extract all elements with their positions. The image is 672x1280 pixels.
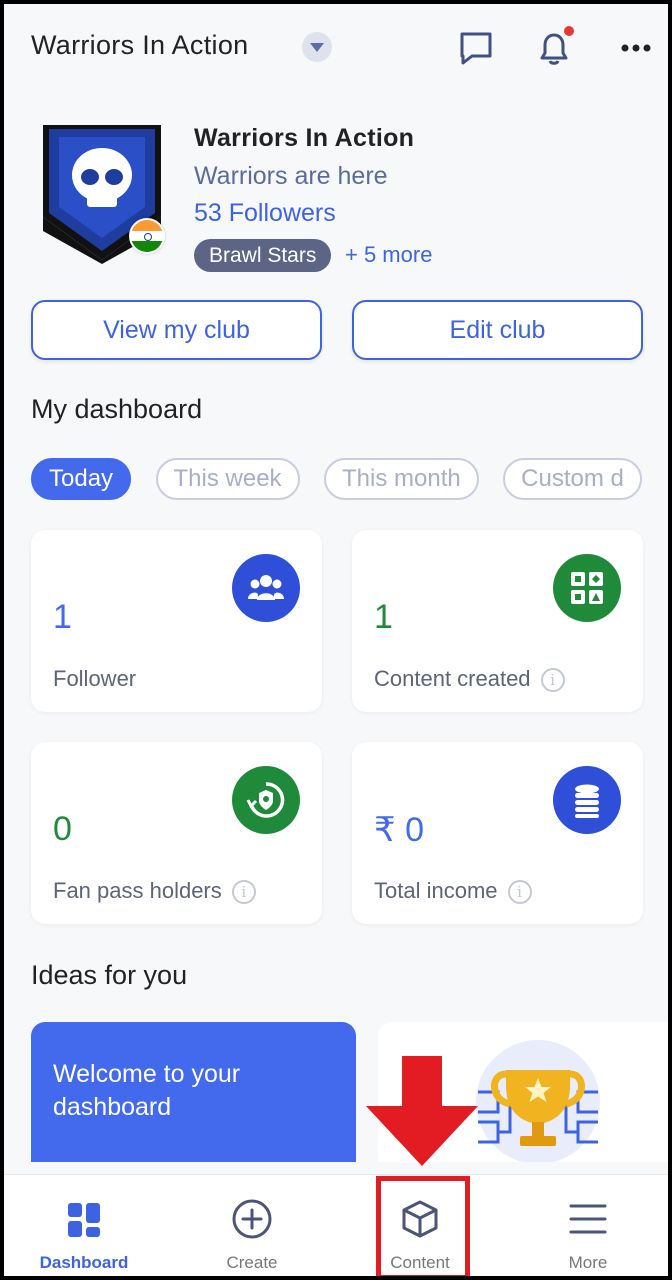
nav-label: Dashboard [39,1253,129,1272]
followers-count[interactable]: 53 Followers [194,199,336,228]
pass-refresh-icon [232,766,300,834]
stat-card-fan-pass[interactable]: 0 Fan pass holders i [31,742,322,924]
view-my-club-button[interactable]: View my club [31,300,322,360]
nav-more[interactable]: More [518,1175,658,1276]
filter-custom[interactable]: Custom d [503,458,642,500]
chat-icon[interactable] [454,26,498,70]
game-chip[interactable]: Brawl Stars [194,239,332,272]
more-dots-icon[interactable] [614,26,658,70]
stat-label: Fan pass holders i [53,878,256,904]
dashboard-icon [68,1203,100,1237]
date-filter-chips: Today This week This month Custom d [31,458,668,500]
more-games-link[interactable]: + 5 more [345,242,432,268]
nav-dashboard[interactable]: Dashboard [14,1175,154,1276]
bottom-nav: Dashboard Create Content More [4,1174,668,1276]
plus-circle-icon [232,1199,272,1239]
stat-label: Total income i [374,878,532,904]
chevron-down-icon[interactable] [302,32,332,62]
nav-create[interactable]: Create [182,1175,322,1276]
coins-icon [553,766,621,834]
filter-this-week[interactable]: This week [155,458,300,500]
stat-value: 0 [53,810,72,848]
annotation-arrow-icon [366,1056,478,1166]
info-icon[interactable]: i [507,880,532,904]
stat-value: 1 [53,598,72,636]
people-icon [232,554,300,622]
club-title[interactable]: Warriors In Action [31,30,248,61]
qr-content-icon [553,554,621,622]
info-icon[interactable]: i [540,668,565,692]
stat-label: Follower [53,666,137,691]
nav-label: More [568,1253,608,1272]
idea-card-text: Welcome to your dashboard [53,1060,241,1121]
notification-dot [564,26,574,36]
stat-label: Content created i [374,666,565,692]
stat-card-total-income[interactable]: ₹ 0 Total income i [352,742,643,924]
ideas-title: Ideas for you [31,960,188,990]
stat-card-content-created[interactable]: 1 Content created i [352,530,643,712]
annotation-highlight-box [376,1176,470,1276]
filter-this-month[interactable]: This month [324,458,479,500]
edit-club-button[interactable]: Edit club [352,300,643,360]
stat-value: 1 [374,598,393,636]
stat-card-followers[interactable]: 1 Follower [31,530,322,712]
profile-tagline: Warriors are here [194,162,388,190]
info-icon[interactable]: i [231,880,256,904]
stat-value: ₹ 0 [374,811,424,849]
nav-label: Create [226,1253,278,1272]
hamburger-icon [569,1204,607,1234]
idea-card-welcome[interactable]: Welcome to your dashboard [31,1022,356,1162]
india-flag-icon [129,218,165,254]
app-frame: Warriors In Action Warriors In Action Wa… [0,0,672,1280]
dashboard-title: My dashboard [31,394,203,424]
top-header: Warriors In Action [4,4,668,96]
profile-name: Warriors In Action [194,124,415,152]
filter-today[interactable]: Today [31,458,132,500]
